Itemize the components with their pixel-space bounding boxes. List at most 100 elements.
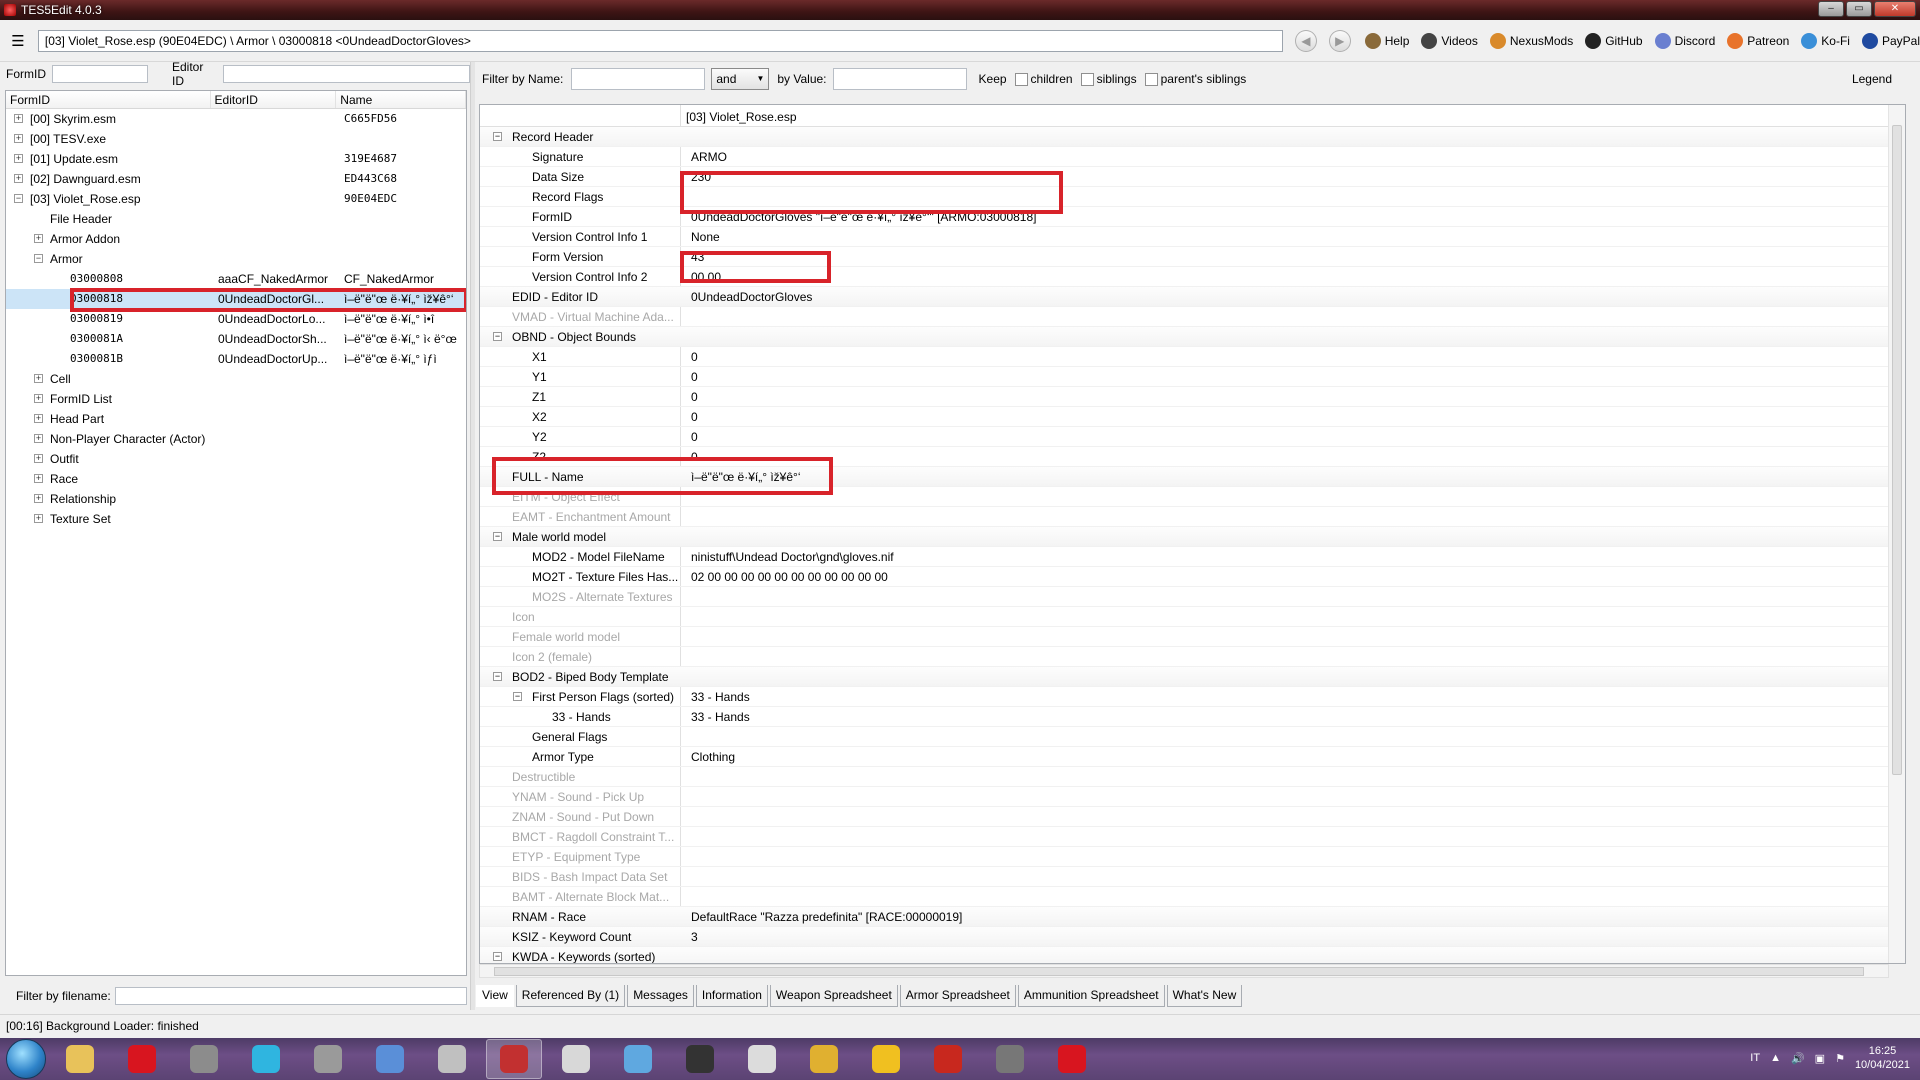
tree-row[interactable]: + Race	[6, 469, 466, 489]
expand-icon[interactable]: +	[34, 454, 43, 463]
record-row[interactable]: Destructible	[480, 767, 1905, 787]
record-field-value[interactable]: ARMO	[691, 150, 727, 164]
record-row[interactable]: KSIZ - Keyword Count 3	[480, 927, 1905, 947]
record-field-value[interactable]: ninistuff\Undead Doctor\gnd\gloves.nif	[691, 550, 894, 564]
expand-icon[interactable]: +	[34, 234, 43, 243]
column-name[interactable]: Name	[336, 91, 466, 108]
record-field-value[interactable]: None	[691, 230, 720, 244]
record-field-value[interactable]: 0	[691, 410, 698, 424]
record-row[interactable]: Form Version 43	[480, 247, 1905, 267]
taskbar-opera-button[interactable]	[1044, 1039, 1100, 1079]
record-row[interactable]: − First Person Flags (sorted) 33 - Hands	[480, 687, 1905, 707]
record-field-value[interactable]: ì–ë"ë"œ ë·¥í„° ìž¥ê°‘	[691, 470, 801, 484]
record-field-value[interactable]: DefaultRace "Razza predefinita" [RACE:00…	[691, 910, 962, 924]
volume-icon[interactable]: 🔊	[1791, 1052, 1805, 1065]
link-paypal[interactable]: PayPal	[1861, 32, 1920, 49]
collapse-icon[interactable]: −	[493, 532, 502, 541]
record-field-value[interactable]: 0	[691, 390, 698, 404]
filter-name-input[interactable]	[571, 68, 706, 90]
tree-row[interactable]: + [01] Update.esm 319E4687	[6, 149, 466, 169]
record-row[interactable]: Z2 0	[480, 447, 1905, 467]
tree-row[interactable]: + Armor Addon	[6, 229, 466, 249]
minimize-button[interactable]: –	[1818, 1, 1844, 17]
back-button[interactable]: ◀	[1294, 29, 1317, 52]
record-field-value[interactable]: 43	[691, 250, 704, 264]
tab-ammunition-spreadsheet[interactable]: Ammunition Spreadsheet	[1017, 985, 1165, 1007]
record-row[interactable]: FormID 0UndeadDoctorGloves "ì–ë"ë"œ ë·¥í„…	[480, 207, 1905, 227]
flag-icon[interactable]: ⚑	[1835, 1052, 1845, 1065]
tree-row[interactable]: 03000819 0UndeadDoctorLo... ì–ë"ë"œ ë·¥í„°…	[6, 309, 466, 329]
record-row[interactable]: Data Size 230	[480, 167, 1905, 187]
language-indicator[interactable]: IT	[1750, 1052, 1760, 1064]
tree-row[interactable]: + Relationship	[6, 489, 466, 509]
taskbar-speaker-button[interactable]	[300, 1039, 356, 1079]
record-row[interactable]: YNAM - Sound - Pick Up	[480, 787, 1905, 807]
record-row[interactable]: MO2S - Alternate Textures	[480, 587, 1905, 607]
link-discord[interactable]: Discord	[1654, 32, 1715, 49]
record-row[interactable]: EDID - Editor ID 0UndeadDoctorGloves	[480, 287, 1905, 307]
tree-row[interactable]: + Outfit	[6, 449, 466, 469]
start-button[interactable]	[6, 1039, 46, 1079]
expand-icon[interactable]: +	[34, 394, 43, 403]
formid-search-input[interactable]	[52, 65, 148, 83]
record-row[interactable]: − KWDA - Keywords (sorted)	[480, 947, 1905, 963]
tree-row[interactable]: 03000808 aaaCF_NakedArmor CF_NakedArmor	[6, 269, 466, 289]
record-row[interactable]: VMAD - Virtual Machine Ada...	[480, 307, 1905, 327]
tab-referenced-by-1[interactable]: Referenced By (1)	[515, 985, 626, 1007]
column-editorid[interactable]: EditorID	[211, 91, 337, 108]
network-icon[interactable]: ▣	[1815, 1052, 1825, 1065]
filter-value-input[interactable]	[832, 68, 967, 90]
link-nexusmods[interactable]: NexusMods	[1489, 32, 1573, 49]
tree-row[interactable]: 0300081A 0UndeadDoctorSh... ì–ë"ë"œ ë·¥í„°…	[6, 329, 466, 349]
tab-messages[interactable]: Messages	[627, 985, 694, 1007]
forward-button[interactable]: ▶	[1328, 29, 1351, 52]
record-field-value[interactable]: 0UndeadDoctorGloves "ì–ë"ë"œ ë·¥í„° ìž¥ê…	[691, 210, 1036, 224]
taskbar-wmm-button[interactable]	[672, 1039, 728, 1079]
taskbar-explorer-button[interactable]	[52, 1039, 108, 1079]
record-row[interactable]: BMCT - Ragdoll Constraint T...	[480, 827, 1905, 847]
expand-icon[interactable]: +	[34, 474, 43, 483]
record-field-value[interactable]: 00 00	[691, 270, 721, 284]
tab-armor-spreadsheet[interactable]: Armor Spreadsheet	[899, 985, 1016, 1007]
record-row[interactable]: MOD2 - Model FileName ninistuff\Undead Do…	[480, 547, 1905, 567]
tree-row[interactable]: − Armor	[6, 249, 466, 269]
maximize-button[interactable]: ▭	[1846, 1, 1872, 17]
siblings-checkbox[interactable]	[1080, 72, 1094, 86]
taskbar-feather-button[interactable]	[424, 1039, 480, 1079]
record-row[interactable]: RNAM - Race DefaultRace "Razza predefinit…	[480, 907, 1905, 927]
record-row[interactable]: MO2T - Texture Files Has... 02 00 00 00 0…	[480, 567, 1905, 587]
filename-filter-input[interactable]	[114, 987, 467, 1005]
record-field-value[interactable]: 0	[691, 370, 698, 384]
record-row[interactable]: 33 - Hands 33 - Hands	[480, 707, 1905, 727]
record-row[interactable]: EITM - Object Effect	[480, 487, 1905, 507]
record-row[interactable]: − BOD2 - Biped Body Template	[480, 667, 1905, 687]
record-row[interactable]: Y2 0	[480, 427, 1905, 447]
record-row[interactable]: − Record Header	[480, 127, 1905, 147]
expand-icon[interactable]: +	[34, 414, 43, 423]
record-row[interactable]: − OBND - Object Bounds	[480, 327, 1905, 347]
expand-icon[interactable]: +	[34, 494, 43, 503]
tree-row[interactable]: + Cell	[6, 369, 466, 389]
tree-row[interactable]: + [00] Skyrim.esm C665FD56	[6, 109, 466, 129]
record-vertical-scrollbar[interactable]	[1888, 105, 1905, 963]
record-row[interactable]: Z1 0	[480, 387, 1905, 407]
record-row[interactable]: Female world model	[480, 627, 1905, 647]
taskbar-ffdec-button[interactable]	[362, 1039, 418, 1079]
taskbar-opera-button[interactable]	[114, 1039, 170, 1079]
collapse-icon[interactable]: −	[34, 254, 43, 263]
close-button[interactable]: ✕	[1874, 1, 1916, 17]
record-row[interactable]: Armor Type Clothing	[480, 747, 1905, 767]
tree-row[interactable]: + Non-Player Character (Actor)	[6, 429, 466, 449]
collapse-icon[interactable]: −	[493, 332, 502, 341]
record-row[interactable]: Record Flags	[480, 187, 1905, 207]
tab-weapon-spreadsheet[interactable]: Weapon Spreadsheet	[769, 985, 898, 1007]
tree-row[interactable]: + [00] TESV.exe	[6, 129, 466, 149]
expand-icon[interactable]: +	[14, 134, 23, 143]
expand-icon[interactable]: +	[34, 434, 43, 443]
collapse-icon[interactable]: −	[493, 952, 502, 961]
taskbar-arrow-button[interactable]	[796, 1039, 852, 1079]
record-row[interactable]: EAMT - Enchantment Amount	[480, 507, 1905, 527]
menu-icon[interactable]: ☰	[6, 32, 30, 50]
record-field-value[interactable]: 0	[691, 430, 698, 444]
taskbar-music-button[interactable]	[238, 1039, 294, 1079]
